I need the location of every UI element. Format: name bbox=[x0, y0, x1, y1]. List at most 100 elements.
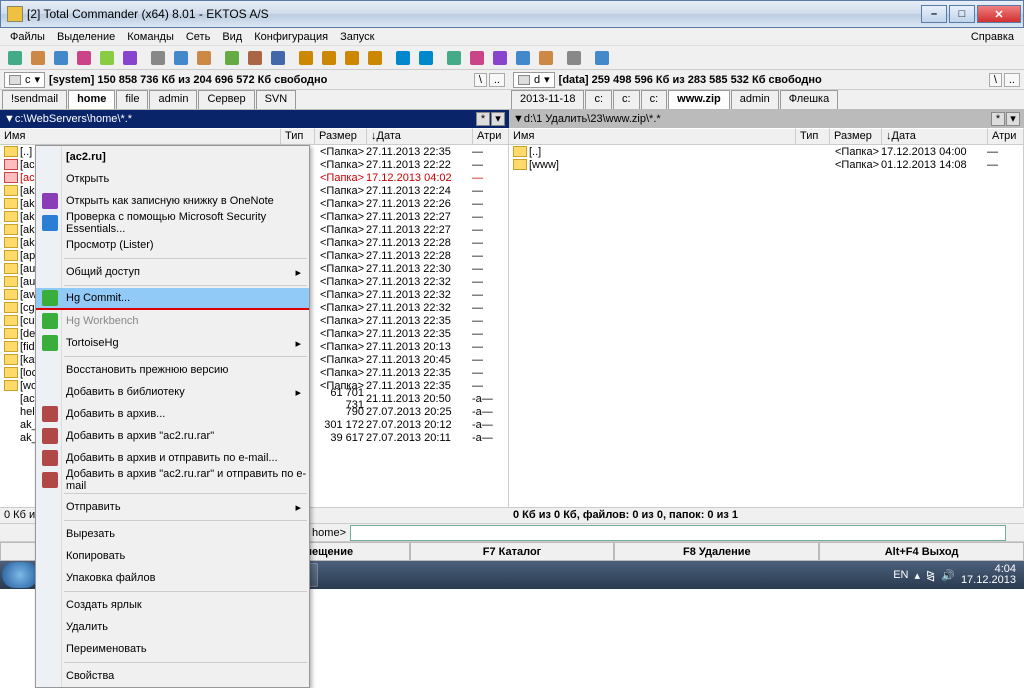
context-menu-item[interactable]: Копировать bbox=[36, 545, 309, 567]
context-menu-item[interactable]: Отправить▸ bbox=[36, 496, 309, 518]
context-menu-item[interactable]: Переименовать bbox=[36, 638, 309, 660]
col-date[interactable]: ↓Дата bbox=[882, 128, 988, 144]
panel-tab[interactable]: 2013-11-18 bbox=[511, 90, 584, 109]
right-drive-selector[interactable]: d▾ bbox=[513, 72, 555, 88]
toolbar-button[interactable] bbox=[535, 48, 557, 68]
toolbar-button[interactable] bbox=[466, 48, 488, 68]
toolbar-button[interactable] bbox=[591, 48, 613, 68]
context-menu-item[interactable]: Добавить в архив и отправить по e-mail..… bbox=[36, 447, 309, 469]
toolbar-button[interactable] bbox=[563, 48, 585, 68]
toolbar-button[interactable] bbox=[73, 48, 95, 68]
menu-item[interactable]: Запуск bbox=[334, 29, 380, 45]
context-menu-item[interactable]: Открыть как записную книжку в OneNote bbox=[36, 190, 309, 212]
nav-up-button[interactable]: .. bbox=[1004, 73, 1020, 87]
col-name[interactable]: Имя bbox=[509, 128, 796, 144]
toolbar-button[interactable] bbox=[489, 48, 511, 68]
tray-clock[interactable]: 4:0417.12.2013 bbox=[961, 564, 1016, 586]
tray-flag-icon[interactable]: ▴ bbox=[914, 569, 920, 582]
context-menu-item[interactable]: TortoiseHg▸ bbox=[36, 332, 309, 354]
context-menu-item[interactable]: Добавить в архив "ac2.ru.rar" bbox=[36, 425, 309, 447]
context-menu-item[interactable]: Hg Commit... bbox=[36, 288, 309, 310]
toolbar-button[interactable] bbox=[364, 48, 386, 68]
context-menu-item[interactable]: Добавить в архив "ac2.ru.rar" и отправит… bbox=[36, 469, 309, 491]
context-menu-item[interactable]: Добавить в библиотеку▸ bbox=[36, 381, 309, 403]
panel-tab[interactable]: Флешка bbox=[780, 90, 839, 109]
favorites-button[interactable]: ▾ bbox=[1006, 112, 1020, 126]
col-type[interactable]: Тип bbox=[796, 128, 830, 144]
nav-up-button[interactable]: .. bbox=[489, 73, 505, 87]
fn-button[interactable]: F7 Каталог bbox=[410, 542, 615, 561]
file-row[interactable]: [..]<Папка>17.12.2013 04:00— bbox=[509, 145, 1023, 158]
toolbar-button[interactable] bbox=[221, 48, 243, 68]
tray-volume-icon[interactable]: 🔊 bbox=[941, 569, 955, 582]
context-menu-item[interactable]: Проверка с помощью Microsoft Security Es… bbox=[36, 212, 309, 234]
col-date[interactable]: ↓Дата bbox=[367, 128, 473, 144]
right-path[interactable]: ▼d:\1 Удалить\23\www.zip\*.**▾ bbox=[509, 110, 1024, 128]
col-size[interactable]: Размер bbox=[315, 128, 367, 144]
toolbar-button[interactable] bbox=[147, 48, 169, 68]
favorites-button[interactable]: ▾ bbox=[491, 112, 505, 126]
toolbar-button[interactable] bbox=[4, 48, 26, 68]
menu-item[interactable]: Выделение bbox=[51, 29, 121, 45]
context-menu-item[interactable]: Удалить bbox=[36, 616, 309, 638]
panel-tab[interactable]: www.zip bbox=[668, 90, 730, 109]
toolbar-button[interactable] bbox=[27, 48, 49, 68]
panel-tab[interactable]: c: bbox=[641, 90, 668, 109]
right-file-panel[interactable]: [..]<Папка>17.12.2013 04:00—[www]<Папка>… bbox=[509, 145, 1024, 507]
close-button[interactable]: ✕ bbox=[977, 5, 1021, 23]
toolbar-button[interactable] bbox=[170, 48, 192, 68]
toolbar-button[interactable] bbox=[96, 48, 118, 68]
panel-tab[interactable]: file bbox=[116, 90, 148, 109]
toolbar-button[interactable] bbox=[415, 48, 437, 68]
nav-root-button[interactable]: \ bbox=[989, 73, 1002, 87]
panel-tab[interactable]: admin bbox=[149, 90, 197, 109]
toolbar-button[interactable] bbox=[193, 48, 215, 68]
menu-item[interactable]: Конфигурация bbox=[248, 29, 334, 45]
file-row[interactable]: [www]<Папка>01.12.2013 14:08— bbox=[509, 158, 1023, 171]
toolbar-button[interactable] bbox=[392, 48, 414, 68]
toolbar-button[interactable] bbox=[119, 48, 141, 68]
left-path[interactable]: ▼c:\WebServers\home\*.**▾ bbox=[0, 110, 509, 128]
panel-tab[interactable]: c: bbox=[613, 90, 640, 109]
toolbar-button[interactable] bbox=[267, 48, 289, 68]
toolbar-button[interactable] bbox=[244, 48, 266, 68]
fn-button[interactable]: Alt+F4 Выход bbox=[819, 542, 1024, 561]
context-menu-item[interactable]: Hg Workbench bbox=[36, 310, 309, 332]
context-menu-item[interactable]: Упаковка файлов bbox=[36, 567, 309, 589]
toolbar-button[interactable] bbox=[295, 48, 317, 68]
menu-item[interactable]: Файлы bbox=[4, 29, 51, 45]
context-menu-item[interactable]: Восстановить прежнюю версию bbox=[36, 359, 309, 381]
panel-tab[interactable]: admin bbox=[731, 90, 779, 109]
nav-root-button[interactable]: \ bbox=[474, 73, 487, 87]
col-name[interactable]: Имя bbox=[0, 128, 281, 144]
col-size[interactable]: Размер bbox=[830, 128, 882, 144]
toolbar-button[interactable] bbox=[50, 48, 72, 68]
context-menu-item[interactable]: Свойства bbox=[36, 665, 309, 687]
start-button[interactable] bbox=[2, 562, 38, 588]
col-attr[interactable]: Атри bbox=[988, 128, 1024, 144]
toolbar-button[interactable] bbox=[318, 48, 340, 68]
panel-tab[interactable]: home bbox=[68, 90, 115, 109]
panel-tab[interactable]: !sendmail bbox=[2, 90, 67, 109]
tray-lang[interactable]: EN bbox=[893, 569, 908, 581]
tray-network-icon[interactable]: ⧎ bbox=[926, 569, 935, 582]
maximize-button[interactable]: □ bbox=[949, 5, 975, 23]
context-menu-item[interactable]: Общий доступ▸ bbox=[36, 261, 309, 283]
col-attr[interactable]: Атри bbox=[473, 128, 509, 144]
left-drive-selector[interactable]: c▾ bbox=[4, 72, 45, 88]
minimize-button[interactable]: – bbox=[921, 5, 947, 23]
context-menu-item[interactable]: Добавить в архив... bbox=[36, 403, 309, 425]
context-menu-item[interactable]: [ac2.ru] bbox=[36, 146, 309, 168]
menu-item[interactable]: Сеть bbox=[180, 29, 216, 45]
panel-tab[interactable]: c: bbox=[585, 90, 612, 109]
history-button[interactable]: * bbox=[991, 112, 1005, 126]
history-button[interactable]: * bbox=[476, 112, 490, 126]
toolbar-button[interactable] bbox=[512, 48, 534, 68]
fn-button[interactable]: F8 Удаление bbox=[614, 542, 819, 561]
col-type[interactable]: Тип bbox=[281, 128, 315, 144]
command-input[interactable] bbox=[350, 525, 1006, 541]
context-menu-item[interactable]: Просмотр (Lister) bbox=[36, 234, 309, 256]
window-titlebar[interactable]: [2] Total Commander (x64) 8.01 - EKTOS A… bbox=[0, 0, 1024, 28]
context-menu-item[interactable]: Вырезать bbox=[36, 523, 309, 545]
context-menu-item[interactable]: Открыть bbox=[36, 168, 309, 190]
